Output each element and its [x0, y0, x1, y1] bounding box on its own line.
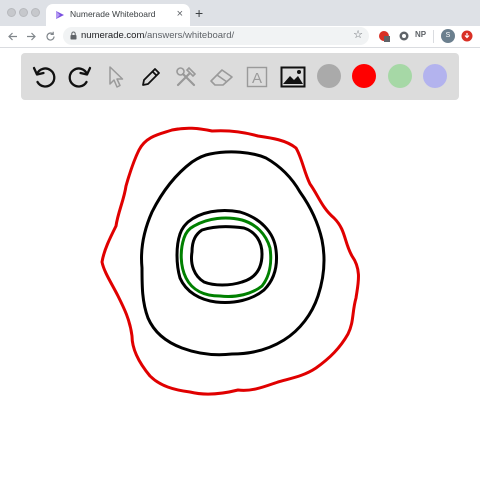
- browser-toolbar: numerade.com/answers/whiteboard/ ☆ NP S: [0, 26, 480, 48]
- profile-avatar[interactable]: S: [441, 29, 455, 43]
- forward-icon[interactable]: [26, 31, 37, 42]
- tab-strip: Numerade Whiteboard × +: [0, 0, 480, 26]
- whiteboard-canvas[interactable]: [0, 100, 480, 484]
- redo-icon: [68, 66, 92, 88]
- minimize-window-button[interactable]: [19, 8, 28, 17]
- url-path: /answers/whiteboard/: [144, 30, 235, 41]
- new-tab-button[interactable]: +: [195, 5, 203, 21]
- svg-text:A: A: [252, 70, 262, 87]
- undo-icon: [32, 66, 56, 88]
- tab-title: Numerade Whiteboard: [70, 9, 156, 19]
- black-middle-stroke: [140, 150, 326, 357]
- close-window-button[interactable]: [7, 8, 16, 17]
- tab-close-icon[interactable]: ×: [177, 7, 183, 21]
- pencil-icon: [142, 68, 160, 86]
- eraser-icon: [210, 69, 233, 86]
- color-gray-swatch[interactable]: [317, 64, 341, 88]
- lock-icon: [70, 31, 77, 40]
- redo-button[interactable]: [65, 62, 95, 92]
- update-alert-icon[interactable]: [461, 30, 473, 42]
- url-host: numerade.com: [81, 30, 145, 41]
- color-purple-swatch[interactable]: [423, 64, 447, 88]
- browser-tab[interactable]: Numerade Whiteboard ×: [46, 4, 190, 26]
- extension-red-icon[interactable]: [378, 30, 390, 42]
- reload-icon[interactable]: [45, 31, 56, 42]
- shapes-tool-button[interactable]: [171, 62, 201, 92]
- bookmark-star-icon[interactable]: ☆: [353, 28, 363, 42]
- black-inner-core-stroke: [190, 225, 264, 287]
- eraser-tool-button[interactable]: [207, 62, 237, 92]
- text-tool-button[interactable]: A: [242, 62, 272, 92]
- whiteboard-toolbar: A: [21, 53, 459, 100]
- url-text: numerade.com/answers/whiteboard/: [81, 30, 234, 41]
- pencil-tool-button[interactable]: [136, 62, 166, 92]
- color-red-swatch[interactable]: [352, 64, 376, 88]
- tools-icon: [176, 66, 197, 87]
- toolbar-separator: [433, 30, 434, 43]
- image-tool-button[interactable]: [278, 62, 308, 92]
- select-tool-button[interactable]: [101, 62, 131, 92]
- color-green-swatch[interactable]: [388, 64, 412, 88]
- extension-np-icon[interactable]: NP: [415, 30, 426, 39]
- undo-button[interactable]: [29, 62, 59, 92]
- cursor-icon: [109, 66, 124, 88]
- text-icon: A: [246, 66, 268, 88]
- numerade-favicon-icon: [56, 11, 64, 19]
- image-icon: [280, 66, 306, 88]
- maximize-window-button[interactable]: [31, 8, 40, 17]
- back-icon[interactable]: [7, 31, 18, 42]
- address-bar[interactable]: numerade.com/answers/whiteboard/ ☆: [63, 27, 369, 45]
- extension-dark-circle-icon[interactable]: [398, 30, 410, 42]
